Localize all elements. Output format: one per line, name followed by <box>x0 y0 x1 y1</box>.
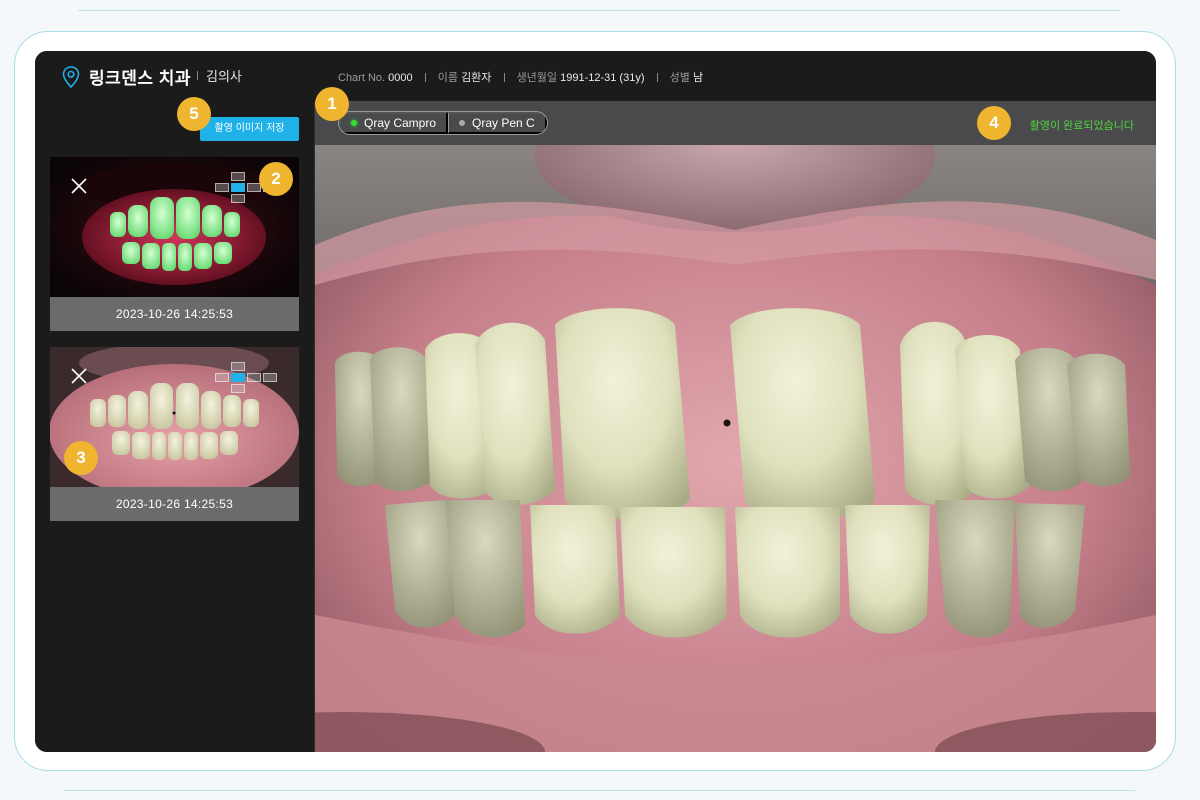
capture-status-message: 촬영이 완료되었습니다 <box>1029 120 1134 132</box>
name-label: 이름 <box>437 72 458 84</box>
save-images-button[interactable]: 촬영 이미지 저장 <box>200 117 299 141</box>
clinic-name: 링크덴스 치과 <box>89 69 192 88</box>
camera-option-qray-pen-c[interactable]: Qray Pen C <box>448 112 547 134</box>
sex-label: 성별 <box>669 72 690 84</box>
camera-selector: Qray Campro Qray Pen C <box>338 111 548 135</box>
thumbnail-sidebar: 촬영 이미지 저장 2023-10-26 14:25:53 2023-10-26… <box>35 101 315 752</box>
patient-info: Chart No. 0000 이름 김환자 생년월일 1991-12-31 (3… <box>338 69 703 85</box>
intraoral-photo <box>315 145 1156 752</box>
top-divider <box>78 10 1121 11</box>
camera-option-qray-campro[interactable]: Qray Campro <box>339 112 449 134</box>
thumbnail-timestamp: 2023-10-26 14:25:53 <box>50 487 299 521</box>
thumbnail-timestamp: 2023-10-26 14:25:53 <box>50 297 299 331</box>
tooth-position-grid-icon <box>215 362 285 402</box>
callout-badge-2: 2 <box>259 162 293 196</box>
app-header: 링크덴스 치과 김의사 Chart No. 0000 이름 김환자 생년월일 1… <box>35 51 1156 101</box>
patient-sex: 남 <box>692 72 704 84</box>
thumbnail-card[interactable]: 2023-10-26 14:25:53 <box>50 347 299 521</box>
camera-label: Qray Pen C <box>472 116 535 130</box>
callout-badge-1: 1 <box>315 87 349 121</box>
image-viewer: Qray Campro Qray Pen C 촬영이 완료되었습니다 <box>315 101 1156 752</box>
birth-label: 생년월일 <box>516 72 558 84</box>
info-separator <box>424 73 426 82</box>
close-icon[interactable] <box>70 177 88 195</box>
camera-inactive-indicator-icon <box>459 120 466 126</box>
camera-label: Qray Campro <box>364 116 437 130</box>
info-separator <box>503 73 505 82</box>
close-icon[interactable] <box>70 367 88 385</box>
bottom-divider <box>64 790 1135 791</box>
viewer-toolbar: Qray Campro Qray Pen C 촬영이 완료되었습니다 <box>315 101 1156 145</box>
chart-number: 0000 <box>388 72 413 84</box>
callout-badge-4: 4 <box>977 106 1011 140</box>
app-screen: 링크덴스 치과 김의사 Chart No. 0000 이름 김환자 생년월일 1… <box>35 51 1156 752</box>
info-separator <box>656 73 658 82</box>
birth-date: 1991-12-31 (31y) <box>560 72 645 84</box>
callout-badge-5: 5 <box>177 97 211 131</box>
patient-name: 김환자 <box>461 72 492 84</box>
header-separator <box>197 71 198 80</box>
camera-active-indicator-icon <box>351 120 357 126</box>
callout-badge-3: 3 <box>64 441 98 475</box>
doctor-name: 김의사 <box>206 69 242 84</box>
location-pin-icon <box>62 66 80 88</box>
chart-label: Chart No. <box>338 72 386 84</box>
